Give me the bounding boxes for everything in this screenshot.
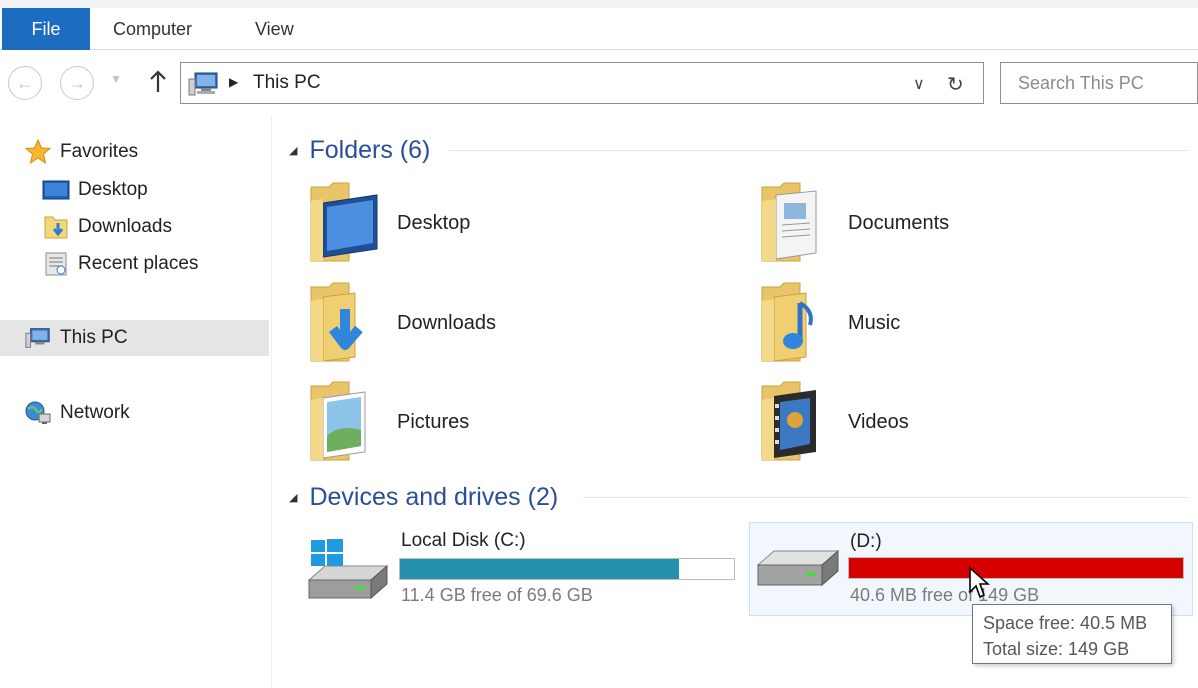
music-folder-icon	[760, 281, 832, 365]
navigation-pane: Favorites Desktop Downloads Recent place…	[0, 116, 272, 688]
this-pc-icon	[24, 324, 52, 352]
tooltip-total-size: Total size: 149 GB	[983, 639, 1130, 659]
folder-label: Videos	[848, 410, 909, 433]
star-icon	[24, 138, 52, 166]
drives-group-title: Devices and drives (2)	[309, 482, 559, 511]
tooltip-space-free: Space free: 40.5 MB	[983, 613, 1148, 633]
content-pane: ◢ Folders (6) Desktop Documents Download…	[273, 116, 1198, 688]
back-arrow-icon: ←	[16, 72, 34, 93]
recent-places-icon	[42, 250, 70, 278]
drive-usage-bar	[848, 557, 1184, 579]
breadcrumb-this-pc[interactable]: This PC	[253, 72, 321, 94]
collapse-caret-icon[interactable]: ◢	[289, 144, 297, 157]
file-explorer-window: File Computer View ← → ▼ ▶ This PC ∨ ↻ S…	[0, 0, 1198, 688]
up-arrow-icon	[150, 70, 166, 92]
folder-label: Documents	[848, 211, 950, 234]
search-input[interactable]: Search This PC	[1000, 62, 1198, 104]
folders-group-title: Folders (6)	[309, 135, 431, 164]
this-pc-icon	[187, 71, 221, 102]
folder-music[interactable]: Music	[760, 278, 1180, 368]
folder-label: Music	[848, 311, 901, 334]
drive-icon	[754, 541, 840, 602]
drive-free-space: 11.4 GB free of 69.6 GB	[401, 585, 593, 605]
drive-usage-fill	[849, 558, 1183, 578]
drive-usage-bar	[399, 558, 735, 580]
group-divider	[449, 150, 1189, 151]
network-icon	[24, 399, 52, 427]
documents-folder-icon	[760, 181, 832, 265]
drive-tooltip: Space free: 40.5 MB Total size: 149 GB	[972, 604, 1172, 664]
refresh-icon[interactable]: ↻	[947, 72, 964, 97]
nav-this-pc-label: This PC	[60, 327, 128, 348]
windows-drive-icon	[305, 536, 389, 613]
tab-computer[interactable]: Computer	[113, 8, 192, 50]
folder-pictures[interactable]: Pictures	[309, 377, 729, 467]
drive-free-space: 40.6 MB free of 149 GB	[850, 585, 1040, 605]
nav-favorites[interactable]: Favorites	[24, 136, 138, 168]
folder-videos[interactable]: Videos	[760, 377, 1180, 467]
folder-label: Desktop	[397, 211, 471, 234]
mouse-cursor-icon	[968, 566, 991, 605]
drive-usage-fill	[400, 559, 680, 579]
nav-item-recent-places[interactable]: Recent places	[42, 248, 198, 280]
up-button[interactable]	[145, 64, 171, 100]
tab-file[interactable]: File	[2, 8, 90, 50]
breadcrumb-separator-icon[interactable]: ▶	[229, 75, 238, 89]
desktop-icon	[42, 176, 70, 204]
nav-network[interactable]: Network	[24, 397, 130, 429]
forward-button[interactable]: →	[60, 66, 94, 100]
recent-locations-dropdown[interactable]: ▼	[110, 72, 122, 86]
folders-group-header[interactable]: ◢ Folders (6)	[289, 132, 430, 168]
nav-this-pc[interactable]: This PC	[24, 322, 128, 354]
folder-documents[interactable]: Documents	[760, 178, 1180, 268]
nav-item-downloads[interactable]: Downloads	[42, 211, 172, 243]
folder-desktop[interactable]: Desktop	[309, 178, 729, 268]
nav-item-desktop[interactable]: Desktop	[42, 174, 148, 206]
forward-arrow-icon: →	[68, 72, 86, 93]
search-placeholder: Search This PC	[1018, 73, 1144, 93]
back-button[interactable]: ←	[8, 66, 42, 100]
downloads-folder-icon	[42, 213, 70, 241]
pictures-folder-icon	[309, 380, 381, 464]
address-row: ← → ▼ ▶ This PC ∨ ↻ Search This PC	[0, 50, 1198, 116]
nav-item-label: Recent places	[78, 253, 199, 274]
drive-c[interactable]: Local Disk (C:) 11.4 GB free of 69.6 GB	[301, 526, 741, 622]
title-strip	[0, 0, 1198, 8]
group-divider	[583, 497, 1189, 498]
folder-label: Downloads	[397, 311, 496, 334]
ribbon: File Computer View	[0, 0, 1198, 50]
address-dropdown-icon[interactable]: ∨	[913, 74, 925, 94]
downloads-folder-icon	[309, 281, 381, 365]
address-bar[interactable]: ▶ This PC ∨ ↻	[180, 62, 984, 104]
nav-item-label: Desktop	[78, 179, 148, 200]
drive-name: (D:)	[850, 531, 882, 552]
collapse-caret-icon[interactable]: ◢	[289, 491, 297, 504]
drives-group-header[interactable]: ◢ Devices and drives (2)	[289, 479, 558, 515]
nav-favorites-label: Favorites	[60, 141, 139, 162]
desktop-folder-icon	[309, 181, 381, 265]
drive-name: Local Disk (C:)	[401, 530, 526, 551]
videos-folder-icon	[760, 380, 832, 464]
nav-network-label: Network	[60, 402, 130, 423]
folder-downloads[interactable]: Downloads	[309, 278, 729, 368]
tab-view[interactable]: View	[255, 8, 294, 50]
folder-label: Pictures	[397, 410, 470, 433]
nav-item-label: Downloads	[78, 216, 172, 237]
